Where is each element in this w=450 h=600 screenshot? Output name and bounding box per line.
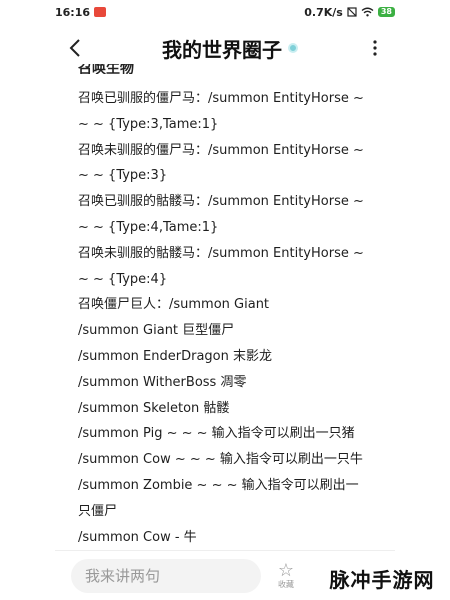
post-line: /summon Cow ~ ~ ~ 输入指令可以刷出一只牛 (78, 452, 363, 468)
status-left: 16:16 (55, 5, 107, 19)
favorite-label: 收藏 (278, 579, 294, 589)
post-line: /summon Skeleton 骷髅 (78, 400, 230, 416)
star-icon: ☆ (277, 559, 295, 581)
post-line: /summon Giant 巨型僵尸 (78, 323, 235, 339)
battery-icon: 38 (377, 7, 395, 17)
post-line: /summon Pig ~ ~ ~ 输入指令可以刷出一只猪 (78, 426, 355, 442)
page-title: 我的世界圈子 (95, 34, 355, 63)
post-lines: 召唤已驯服的僵尸马：/summon EntityHorse ~ ~ ~ {Type… (78, 86, 393, 550)
wifi-icon (361, 7, 374, 17)
post-line: /summon Cow - 牛 (78, 529, 197, 545)
post-line: 召唤未驯服的僵尸马：/summon EntityHorse ~ (78, 142, 364, 158)
post-line: ~ ~ {Type:3} (78, 168, 168, 184)
status-right: 0.7K/s 38 (304, 6, 395, 19)
verified-badge-icon (288, 43, 298, 53)
title-bar: 我的世界圈子 (55, 28, 395, 68)
more-vertical-icon (373, 40, 377, 56)
post-line: 召唤未驯服的骷髅马：/summon EntityHorse ~ (78, 245, 364, 261)
watermark: 脉冲手游网 (318, 560, 446, 596)
back-arrow-icon (69, 39, 80, 57)
post-line: /summon WitherBoss 凋零 (78, 374, 247, 390)
post-line: 只僵尸 (78, 503, 118, 519)
post-line: 召唤已驯服的骷髅马：/summon EntityHorse ~ (78, 194, 364, 210)
post-content: 召唤生物 召唤已驯服的僵尸马：/summon EntityHorse ~ ~ ~ … (55, 64, 395, 550)
section-heading: 召唤生物 (78, 64, 134, 74)
page-title-text: 我的世界圈子 (162, 37, 282, 62)
post-line: ~ ~ {Type:4} (78, 271, 168, 287)
post-line: 召唤已驯服的僵尸马：/summon EntityHorse ~ (78, 91, 364, 106)
status-bar: 16:16 0.7K/s 38 (55, 0, 395, 24)
post-line: /summon EnderDragon 末影龙 (78, 348, 272, 364)
post-line: ~ ~ {Type:3,Tame:1} (78, 116, 219, 132)
post-line: 召唤僵尸巨人：/summon Giant (78, 297, 270, 313)
comment-input[interactable]: 我来讲两句 (71, 558, 261, 593)
post-line: ~ ~ {Type:4,Tame:1} (78, 219, 219, 235)
post-line: /summon Zombie ~ ~ ~ 输入指令可以刷出一 (78, 477, 359, 493)
network-speed: 0.7K/s (304, 5, 343, 19)
no-sim-icon (347, 7, 357, 17)
comment-placeholder: 我来讲两句 (85, 567, 161, 585)
app-notification-icon (94, 7, 107, 17)
status-time: 16:16 (55, 5, 91, 19)
favorite-button[interactable]: ☆ 收藏 (273, 558, 299, 594)
more-button[interactable] (355, 28, 395, 68)
back-button[interactable] (55, 28, 95, 68)
